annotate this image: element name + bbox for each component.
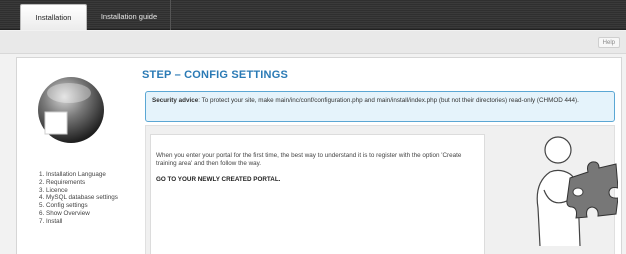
person-puzzle-icon xyxy=(536,136,618,246)
page-title: STEP – CONFIG SETTINGS xyxy=(142,69,288,81)
tab-installation[interactable]: Installation xyxy=(20,4,87,30)
info-text: When you enter your portal for the first… xyxy=(156,152,462,168)
tab-installation-guide[interactable]: Installation guide xyxy=(92,0,171,30)
info-box: When you enter your portal for the first… xyxy=(150,134,485,254)
help-button[interactable]: Help xyxy=(597,37,620,48)
top-navigation-bar: Installation Installation guide xyxy=(0,0,626,30)
security-advice-text: : To protect your site, make main/inc/co… xyxy=(198,97,579,104)
step-item: 3. Licence xyxy=(39,186,68,194)
step-item: 1. Installation Language xyxy=(39,171,106,178)
installation-steps-list: 1. Installation Language 2. Requirements… xyxy=(39,171,149,226)
step-item: 4. MySQL database settings xyxy=(39,194,118,202)
security-advice-label: Security advice xyxy=(152,97,199,104)
sub-header-bar: Help xyxy=(0,31,626,54)
step-item: 7. Install xyxy=(39,217,63,225)
security-advice-box: Security advice: To protect your site, m… xyxy=(145,91,615,122)
go-to-portal-link[interactable]: GO TO YOUR NEWLY CREATED PORTAL. xyxy=(156,176,479,184)
step-item: 5. Config settings xyxy=(39,202,88,210)
chamilo-logo-icon xyxy=(38,77,104,143)
step-item: 6. Show Overview xyxy=(39,209,90,217)
step-item: 2. Requirements xyxy=(39,178,86,186)
